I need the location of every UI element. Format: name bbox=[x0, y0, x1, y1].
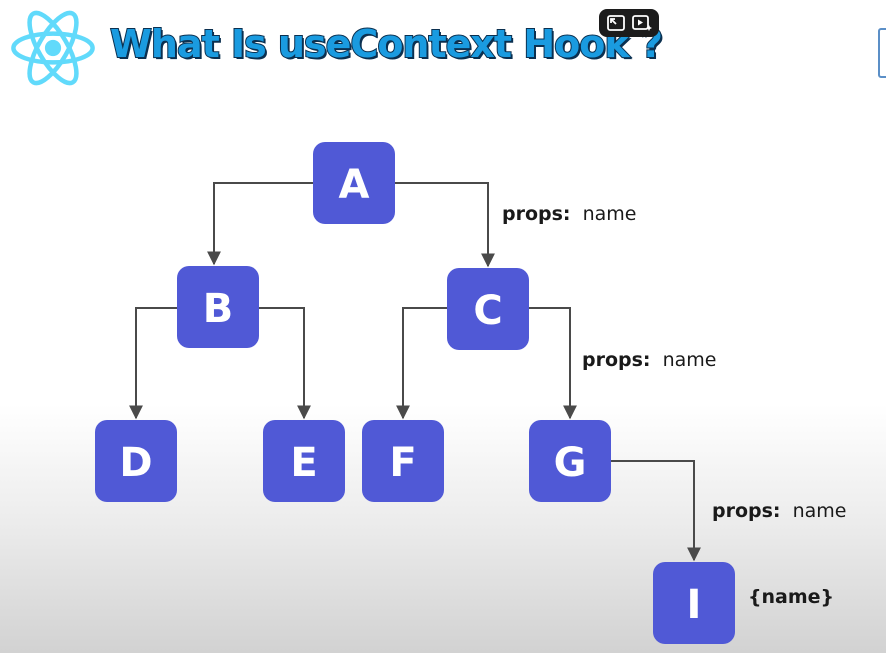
node-i: I bbox=[653, 562, 735, 644]
edge-a-c bbox=[395, 182, 495, 268]
edge-g-i bbox=[611, 460, 701, 562]
edge-c-g-label-key: props: bbox=[582, 349, 651, 371]
edge-c-g bbox=[529, 307, 577, 420]
edge-g-i-label: props: name bbox=[712, 500, 846, 522]
edge-a-c-label-value: name bbox=[583, 203, 637, 225]
node-f-label: F bbox=[389, 440, 416, 486]
component-tree-diagram: A B C D E F G I props: name props: name … bbox=[95, 142, 846, 644]
consumer-label: {name} bbox=[748, 586, 834, 608]
edge-a-c-label-key: props: bbox=[502, 203, 571, 225]
node-b: B bbox=[177, 266, 259, 348]
node-e: E bbox=[263, 420, 345, 502]
node-c: C bbox=[447, 268, 529, 350]
node-e-label: E bbox=[290, 440, 317, 486]
node-g: G bbox=[529, 420, 611, 502]
node-c-label: C bbox=[473, 288, 502, 334]
edge-a-b bbox=[207, 182, 313, 266]
node-i-label: I bbox=[687, 582, 702, 628]
node-d: D bbox=[95, 420, 177, 502]
edge-g-i-label-value: name bbox=[793, 500, 847, 522]
node-b-label: B bbox=[203, 286, 234, 332]
edge-a-c-label: props: name bbox=[502, 203, 636, 225]
edge-c-g-label: props: name bbox=[582, 349, 716, 371]
node-a-label: A bbox=[339, 162, 370, 208]
node-a: A bbox=[313, 142, 395, 224]
node-d-label: D bbox=[119, 440, 152, 486]
edge-b-e bbox=[259, 307, 311, 420]
edge-c-f bbox=[396, 307, 447, 420]
node-g-label: G bbox=[554, 440, 587, 486]
edge-c-g-label-value: name bbox=[663, 349, 717, 371]
node-f: F bbox=[362, 420, 444, 502]
edge-g-i-label-key: props: bbox=[712, 500, 781, 522]
edge-b-d bbox=[129, 307, 177, 420]
